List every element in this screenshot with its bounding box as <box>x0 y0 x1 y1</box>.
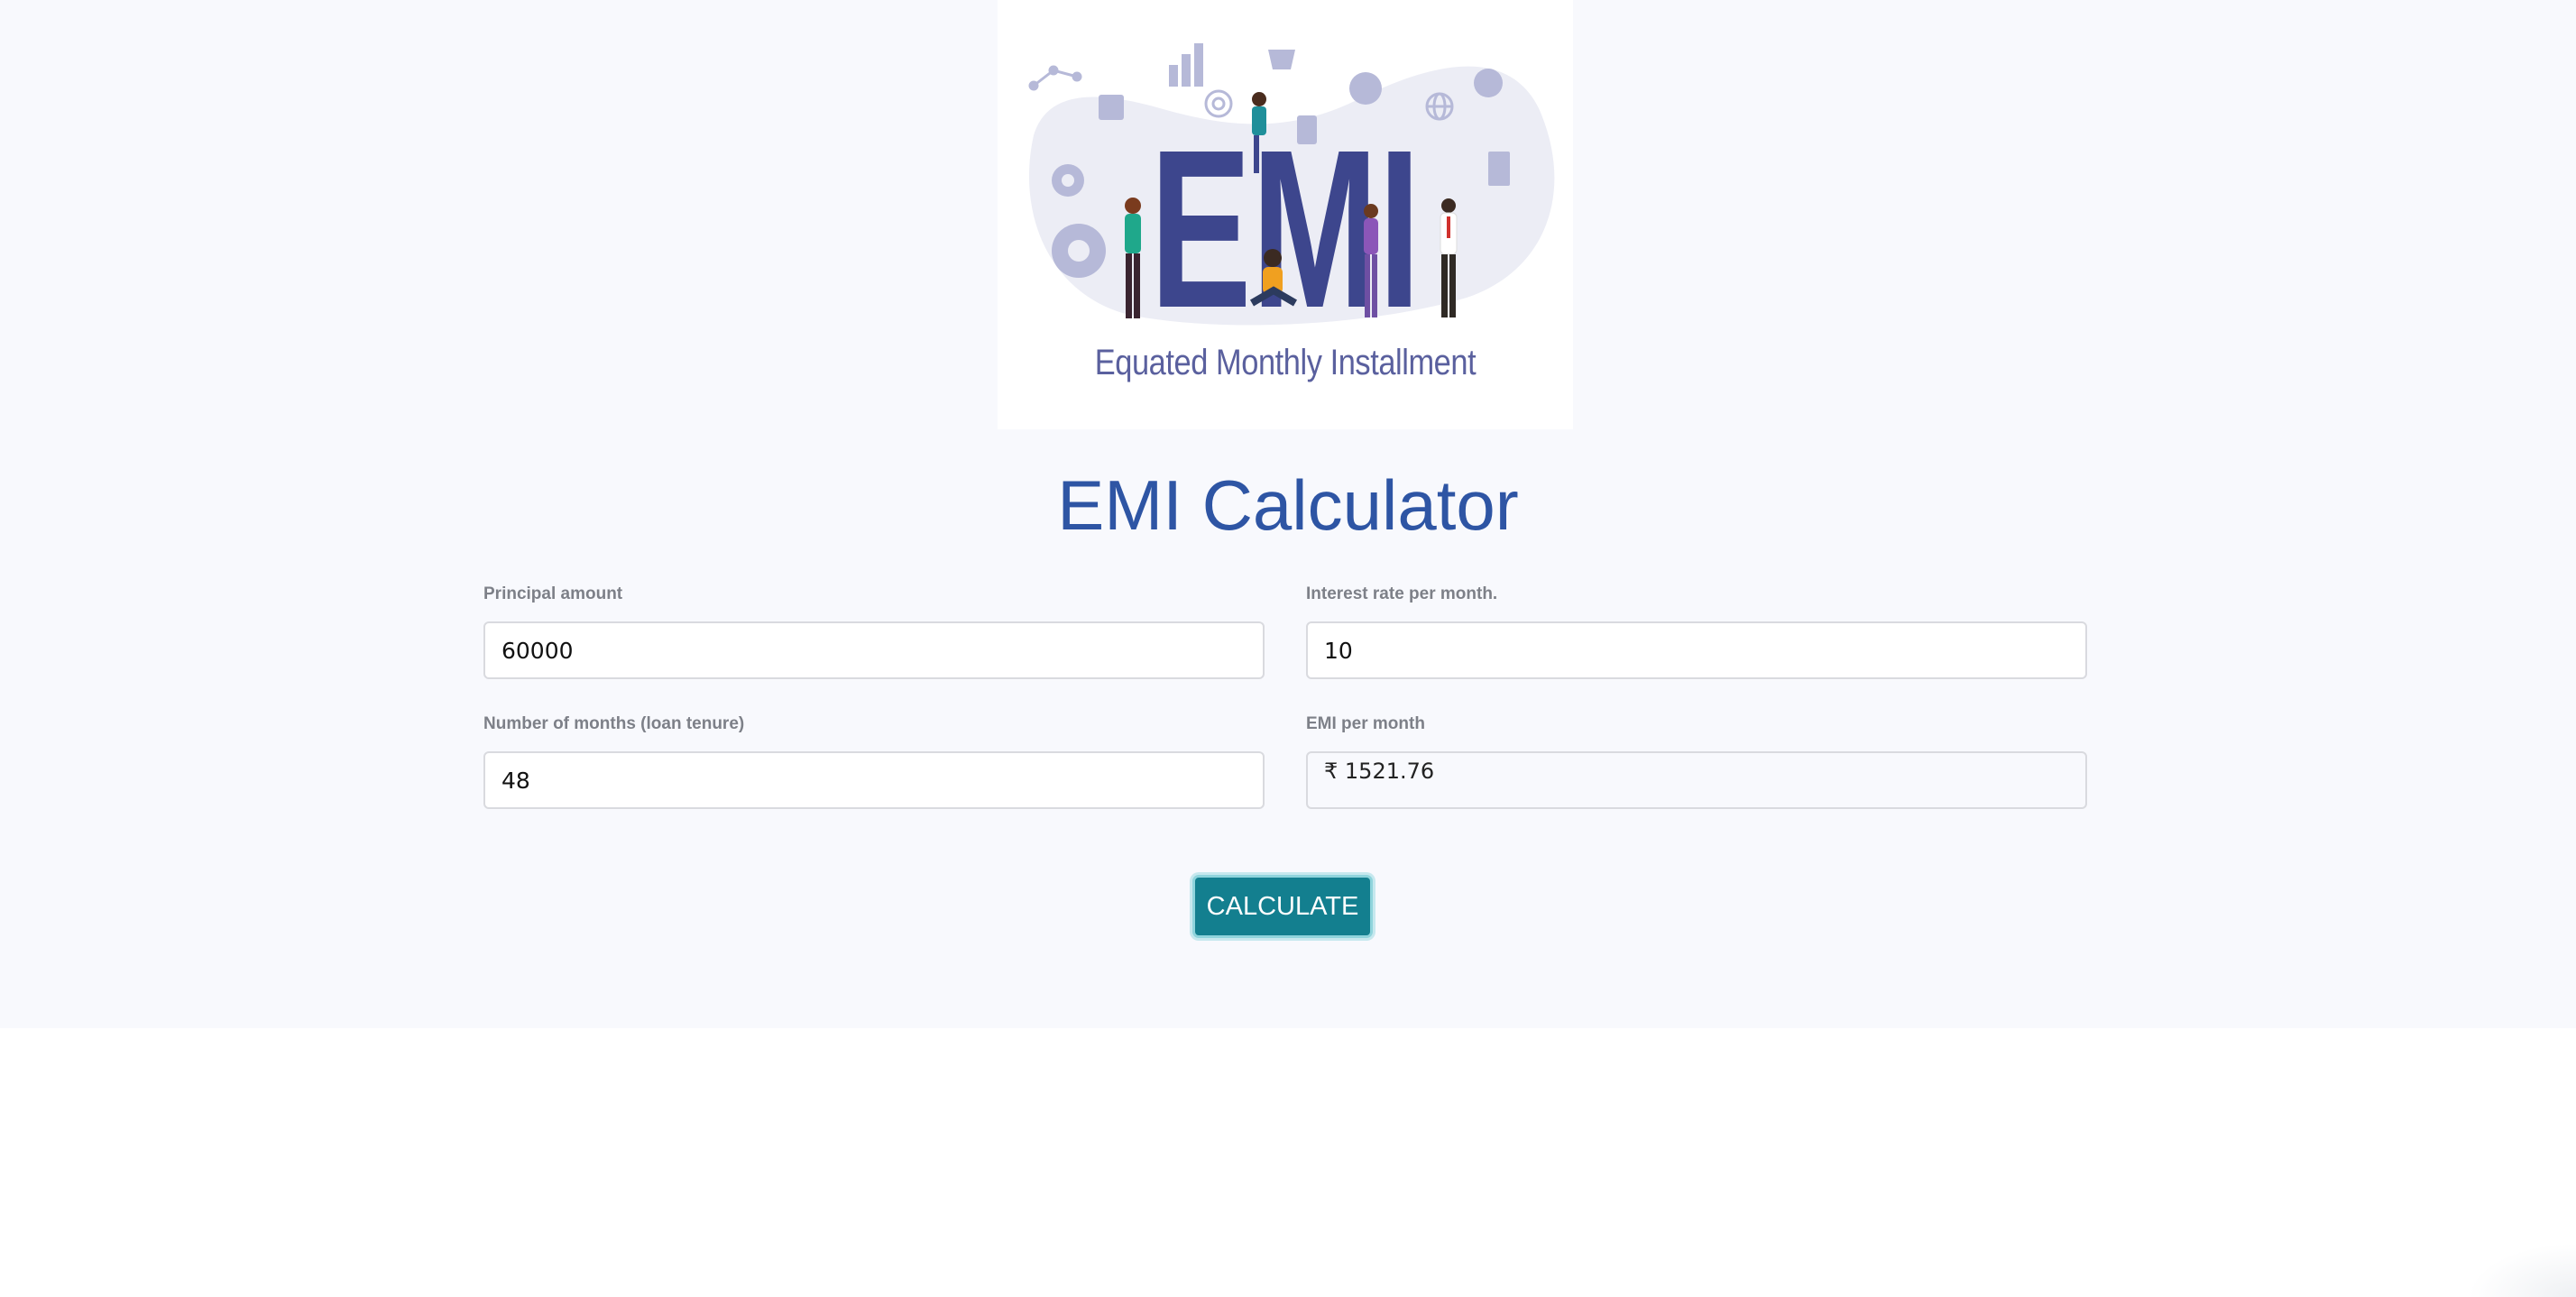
loan-tenure-label: Number of months (loan tenure) <box>483 714 745 733</box>
pie-chart-icon <box>1349 72 1382 105</box>
emi-per-month-label: EMI per month <box>1306 714 1425 733</box>
hero-caption: Equated Monthly Installment <box>1094 343 1477 382</box>
phone-icon <box>1488 152 1510 186</box>
page-title: EMI Calculator <box>1057 465 1519 545</box>
interest-rate-input[interactable] <box>1306 621 2087 679</box>
calendar-icon <box>1099 95 1124 120</box>
principal-amount-label: Principal amount <box>483 584 623 603</box>
principal-amount-input[interactable] <box>483 621 1265 679</box>
corner-shade <box>2468 1243 2576 1297</box>
emi-result-field: ₹ 1521.76 <box>1306 751 2087 809</box>
emi-logo-text: EMI <box>1150 103 1421 354</box>
emi-hero-illustration: EMI Equated Monthly Installment <box>998 0 1573 429</box>
bar-chart-icon <box>1169 65 1178 87</box>
calculate-button[interactable]: CALCULATE <box>1192 875 1373 938</box>
interest-rate-label: Interest rate per month. <box>1306 584 1498 603</box>
basket-icon <box>1268 50 1295 69</box>
loan-tenure-input[interactable] <box>483 751 1265 809</box>
dollar-coin-icon <box>1474 69 1503 97</box>
